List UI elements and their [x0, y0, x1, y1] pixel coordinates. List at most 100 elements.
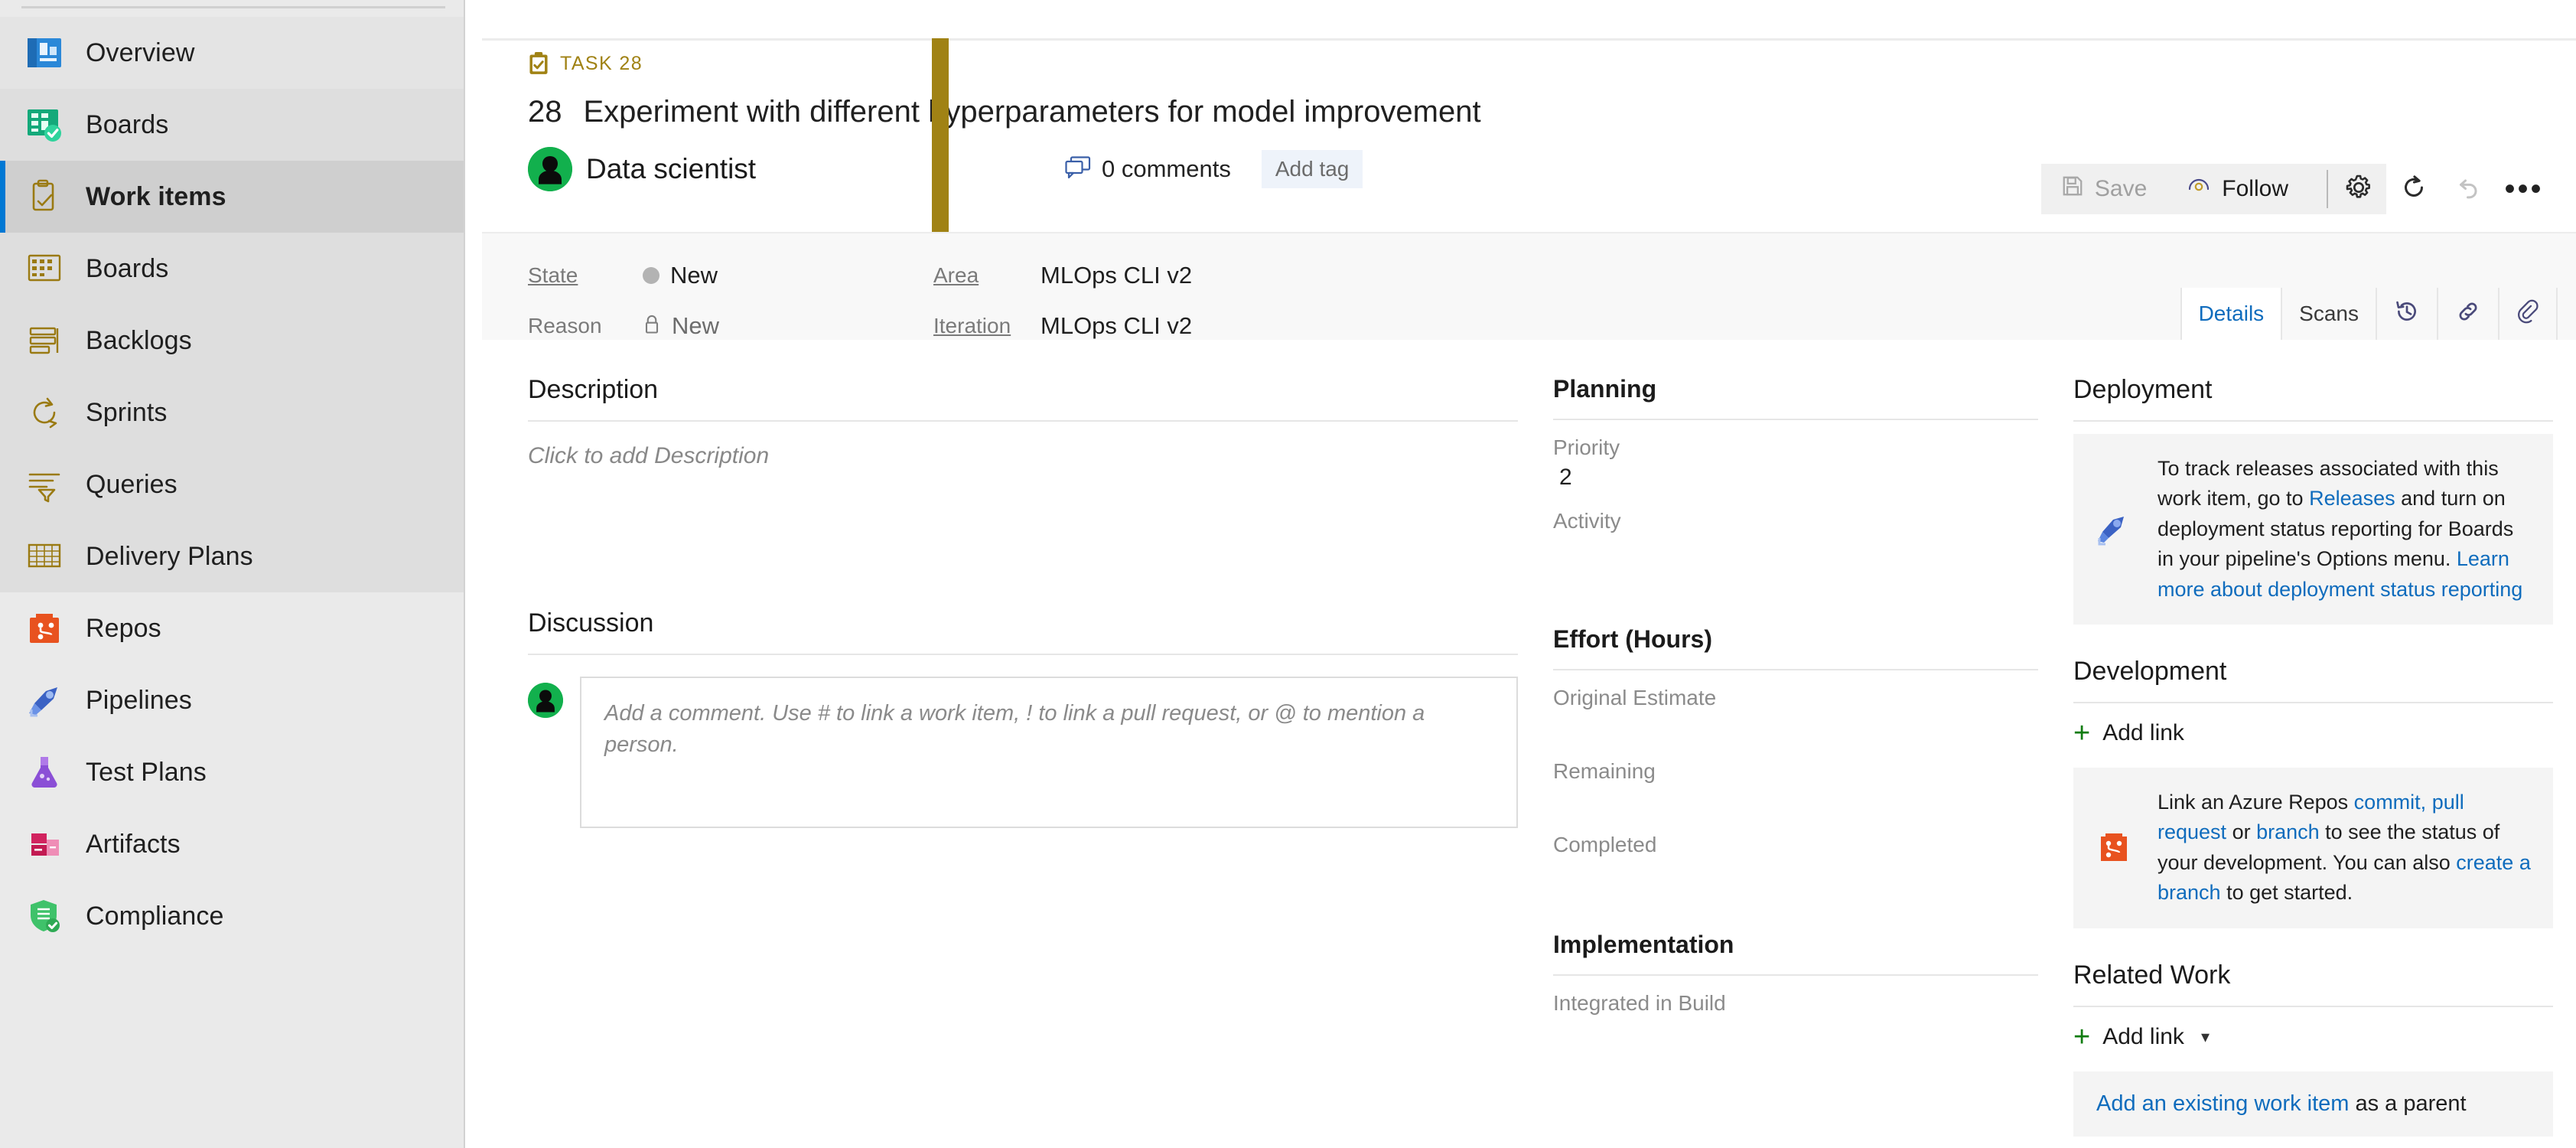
work-items-icon: [23, 175, 66, 218]
field-value[interactable]: 2: [1553, 463, 2038, 498]
sidebar-item-repos[interactable]: Repos: [0, 592, 464, 664]
area-value-field[interactable]: MLOps CLI v2: [1040, 262, 1192, 289]
sidebar-item-pipelines[interactable]: Pipelines: [0, 664, 464, 736]
work-item-body: Description Click to add Description Dis…: [482, 341, 2576, 1148]
field-label: Priority: [1553, 435, 1620, 459]
planning-rule: [1553, 419, 2038, 420]
work-item-type-color-bar: [932, 38, 949, 232]
sidebar-item-backlogs[interactable]: Backlogs: [0, 305, 464, 377]
gear-icon: [2345, 174, 2372, 205]
assigned-to-field[interactable]: Data scientist: [528, 147, 1056, 191]
description-rule: [528, 420, 1518, 422]
related-work-rule: [2073, 1005, 2553, 1007]
iteration-label: Iteration: [933, 314, 1011, 338]
development-add-link-button[interactable]: + Add link: [2073, 719, 2553, 748]
sidebar-item-label: Overview: [86, 38, 195, 67]
save-button[interactable]: Save: [2040, 164, 2167, 214]
link-icon: [2455, 298, 2481, 330]
compliance-icon: [23, 895, 66, 938]
work-item-type-label[interactable]: TASK 28: [560, 53, 643, 75]
field-value[interactable]: [1553, 1019, 2038, 1054]
related-work-panel-tail: as a parent: [2349, 1091, 2467, 1116]
assignee-name: Data scientist: [586, 153, 757, 184]
queries-icon: [23, 463, 66, 506]
work-item-id: 28: [528, 95, 562, 129]
tab-attachment[interactable]: [2498, 288, 2558, 340]
sidebar-item-test-plans[interactable]: Test Plans: [0, 736, 464, 808]
refresh-button[interactable]: [2386, 164, 2441, 214]
development-info-p4: to get started.: [2220, 881, 2353, 905]
field-label: Remaining: [1553, 759, 1656, 783]
development-info-p1: Link an Azure Repos: [2158, 791, 2354, 814]
pipelines-icon: [23, 679, 66, 722]
task-clipboard-icon: [528, 52, 549, 75]
field-value[interactable]: [1553, 860, 2038, 895]
development-heading: Development: [2073, 657, 2227, 687]
iteration-value-field[interactable]: MLOps CLI v2: [1040, 312, 1192, 340]
sidebar-item-artifacts[interactable]: Artifacts: [0, 808, 464, 880]
discussion-rule: [528, 654, 1518, 655]
implementation-fields: Integrated in Build: [1553, 987, 2038, 1054]
sidebar-item-delivery-plans[interactable]: Delivery Plans: [0, 520, 464, 592]
follow-button[interactable]: Follow: [2167, 164, 2314, 214]
planning-fields: Priority 2 Activity: [1553, 431, 2038, 572]
work-item-type-line: TASK 28: [528, 52, 2576, 75]
field-value[interactable]: [1553, 713, 2038, 748]
plus-icon: +: [2073, 717, 2091, 750]
sidebar-item-label: Test Plans: [86, 757, 207, 787]
save-label: Save: [2094, 176, 2148, 201]
tab-label: Scans: [2299, 302, 2359, 325]
sidebar-item-compliance[interactable]: Compliance: [0, 880, 464, 952]
artifacts-icon: [23, 823, 66, 866]
field-completed: Completed: [1553, 828, 2038, 895]
undo-button[interactable]: [2441, 164, 2496, 214]
repos-icon: [2090, 826, 2138, 870]
branch-link[interactable]: branch: [2256, 820, 2320, 843]
commit-link[interactable]: commit,: [2354, 791, 2427, 814]
tab-link[interactable]: [2437, 288, 2498, 340]
sidebar-item-sprints[interactable]: Sprints: [0, 377, 464, 448]
description-editor[interactable]: Click to add Description: [528, 443, 1518, 558]
lock-icon: [643, 314, 661, 339]
work-item-title[interactable]: Experiment with different hyperparameter…: [584, 95, 1481, 129]
planning-effort-column: Planning Priority 2 Activity Effort (Hours…: [1553, 375, 2073, 1148]
implementation-rule: [1553, 974, 2038, 976]
sidebar-item-work-items[interactable]: Work items: [0, 161, 464, 233]
comments-count-label: 0 comments: [1102, 155, 1231, 182]
more-actions-button[interactable]: •••: [2496, 164, 2552, 214]
tab-scans[interactable]: Scans: [2281, 288, 2376, 340]
sidebar-item-boards[interactable]: Boards: [0, 233, 464, 305]
sidebar-item-queries[interactable]: Queries: [0, 448, 464, 520]
field-value[interactable]: [1553, 787, 2038, 822]
related-work-add-link-button[interactable]: + Add link ▾: [2073, 1022, 2553, 1052]
sidebar-item-label: Boards: [86, 253, 169, 283]
tab-details[interactable]: Details: [2180, 288, 2281, 340]
sidebar-item-label: Work items: [86, 181, 226, 211]
comment-input[interactable]: Add a comment. Use # to link a work item…: [580, 677, 1518, 828]
sidebar-item-label: Pipelines: [86, 685, 192, 715]
field-value[interactable]: [1553, 536, 2038, 572]
field-priority: Priority 2: [1553, 431, 2038, 498]
discussion-heading: Discussion: [528, 608, 654, 638]
deployment-rule: [2073, 420, 2553, 422]
settings-button[interactable]: [2314, 164, 2386, 214]
add-existing-work-item-link[interactable]: Add an existing work item: [2096, 1091, 2349, 1116]
state-value-field[interactable]: New: [643, 262, 933, 289]
sidebar-item-boards[interactable]: Boards: [0, 89, 464, 161]
avatar: [528, 147, 572, 191]
left-navigation-sidebar: Overview Boards Work items Boards Backlogs Sp…: [0, 0, 465, 1148]
add-tag-button[interactable]: Add tag: [1261, 150, 1363, 188]
comments-count-link[interactable]: 0 comments: [1065, 155, 1231, 183]
backlogs-icon: [23, 319, 66, 362]
sidebar-item-overview[interactable]: Overview: [0, 17, 464, 89]
board-grid-icon: [23, 247, 66, 290]
reason-value: New: [672, 312, 720, 339]
related-work-heading: Related Work: [2073, 960, 2231, 990]
releases-link[interactable]: Releases: [2309, 487, 2395, 510]
field-label: Integrated in Build: [1553, 991, 1726, 1015]
tab-history[interactable]: [2376, 288, 2437, 340]
azure-devops-work-item-page: Overview Boards Work items Boards Backlogs Sp…: [0, 0, 2576, 1148]
sidebar-nav-list: Overview Boards Work items Boards Backlogs Sp…: [0, 17, 464, 952]
development-info-text: Link an Azure Repos commit, pull request…: [2158, 788, 2533, 908]
area-label: Area: [933, 263, 979, 287]
